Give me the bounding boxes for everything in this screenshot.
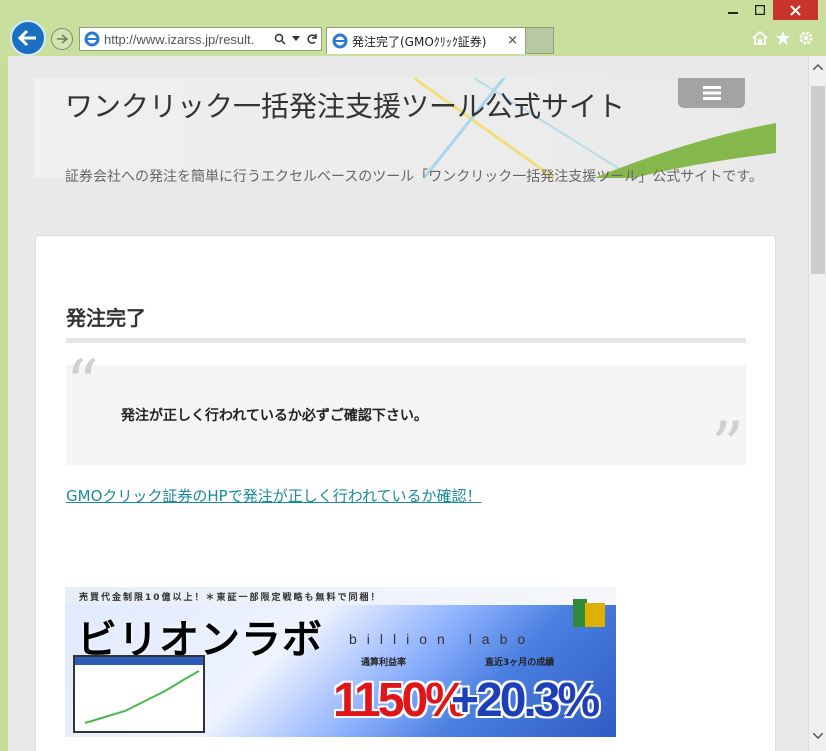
- minimize-icon: [727, 12, 738, 14]
- close-icon: [790, 4, 801, 16]
- browser-tab[interactable]: 発注完了(GMOｸﾘｯｸ証券) ×: [326, 27, 526, 54]
- banner-brand-en: billion labo: [349, 631, 536, 647]
- banner-total-label: 通算利益率: [361, 658, 407, 668]
- site-title[interactable]: ワンクリック一括発注支援ツール公式サイト: [65, 92, 645, 122]
- quote-text: 発注が正しく行われているか必ずご確認下さい。: [121, 408, 428, 424]
- title-divider: [66, 338, 746, 343]
- banner-recent-label: 直近3ヶ月の成績: [485, 658, 555, 668]
- page-viewport: ワンクリック一括発注支援ツール公式サイト 証券会社への発注を簡単に行うエクセルベ…: [8, 56, 826, 751]
- close-window-button[interactable]: [773, 0, 818, 20]
- web-page: ワンクリック一括発注支援ツール公式サイト 証券会社への発注を簡単に行うエクセルベ…: [8, 56, 808, 751]
- ie-logo-icon: [84, 31, 100, 47]
- scroll-up-icon[interactable]: [813, 64, 823, 70]
- banner-total-value: 1150%: [333, 674, 468, 727]
- search-icon[interactable]: [274, 33, 286, 45]
- maximize-button[interactable]: [746, 0, 773, 20]
- hamburger-icon: [702, 86, 721, 100]
- vertical-scrollbar[interactable]: [808, 56, 826, 751]
- gear-icon[interactable]: [798, 30, 814, 46]
- content-card: 発注完了 “ 発注が正しく行われているか必ずご確認下さい。 ” GMOクリック証…: [35, 235, 776, 751]
- post-title: 発注完了: [66, 306, 146, 330]
- home-icon[interactable]: [752, 30, 768, 46]
- banner-tagline: 売買代金制限10億以上！＊東証一部限定戦略も無料で同梱！: [79, 593, 382, 603]
- scroll-down-icon[interactable]: [813, 733, 823, 739]
- favorites-star-icon[interactable]: [775, 30, 791, 46]
- banner-growth-chart-image: [75, 657, 203, 724]
- arrow-right-icon: [57, 34, 68, 44]
- maximize-icon: [754, 5, 765, 15]
- back-button[interactable]: [10, 20, 46, 56]
- blockquote: “ 発注が正しく行われているか必ずご確認下さい。 ”: [66, 347, 746, 483]
- window-controls: [719, 0, 818, 22]
- forward-button[interactable]: [51, 28, 73, 50]
- arrow-left-icon: [18, 29, 36, 47]
- scrollbar-thumb[interactable]: [811, 86, 825, 274]
- ie-tab-icon: [332, 33, 348, 49]
- confirm-order-link[interactable]: GMOクリック証券のHPで発注が正しく行われているか確認！: [66, 485, 482, 506]
- billion-labo-banner[interactable]: 売買代金制限10億以上！＊東証一部限定戦略も無料で同梱！ ビリオンラボ bill…: [65, 587, 616, 737]
- banner-logo-icon: [573, 599, 605, 627]
- menu-toggle-button[interactable]: [678, 78, 745, 108]
- site-description: 証券会社への発注を簡単に行うエクセルベースのツール「ワンクリック一括発注支援ツー…: [65, 169, 763, 185]
- browser-chrome: http://www.izarss.jp/result. 発注完了(GMOｸﾘｯ…: [0, 0, 826, 60]
- address-bar[interactable]: http://www.izarss.jp/result.: [79, 27, 322, 51]
- banner-chart-screenshot: [73, 655, 205, 733]
- tab-close-button[interactable]: ×: [507, 33, 518, 48]
- url-text[interactable]: http://www.izarss.jp/result.: [104, 32, 272, 47]
- new-tab-button[interactable]: [526, 27, 554, 54]
- banner-recent-value: +20.3%: [451, 674, 600, 727]
- minimize-button[interactable]: [719, 0, 746, 20]
- refresh-icon[interactable]: [306, 33, 318, 45]
- tab-title: 発注完了(GMOｸﾘｯｸ証券): [352, 34, 487, 49]
- open-quote-icon: “: [66, 347, 99, 421]
- chevron-down-icon[interactable]: [292, 36, 300, 42]
- close-quote-icon: ”: [711, 409, 744, 483]
